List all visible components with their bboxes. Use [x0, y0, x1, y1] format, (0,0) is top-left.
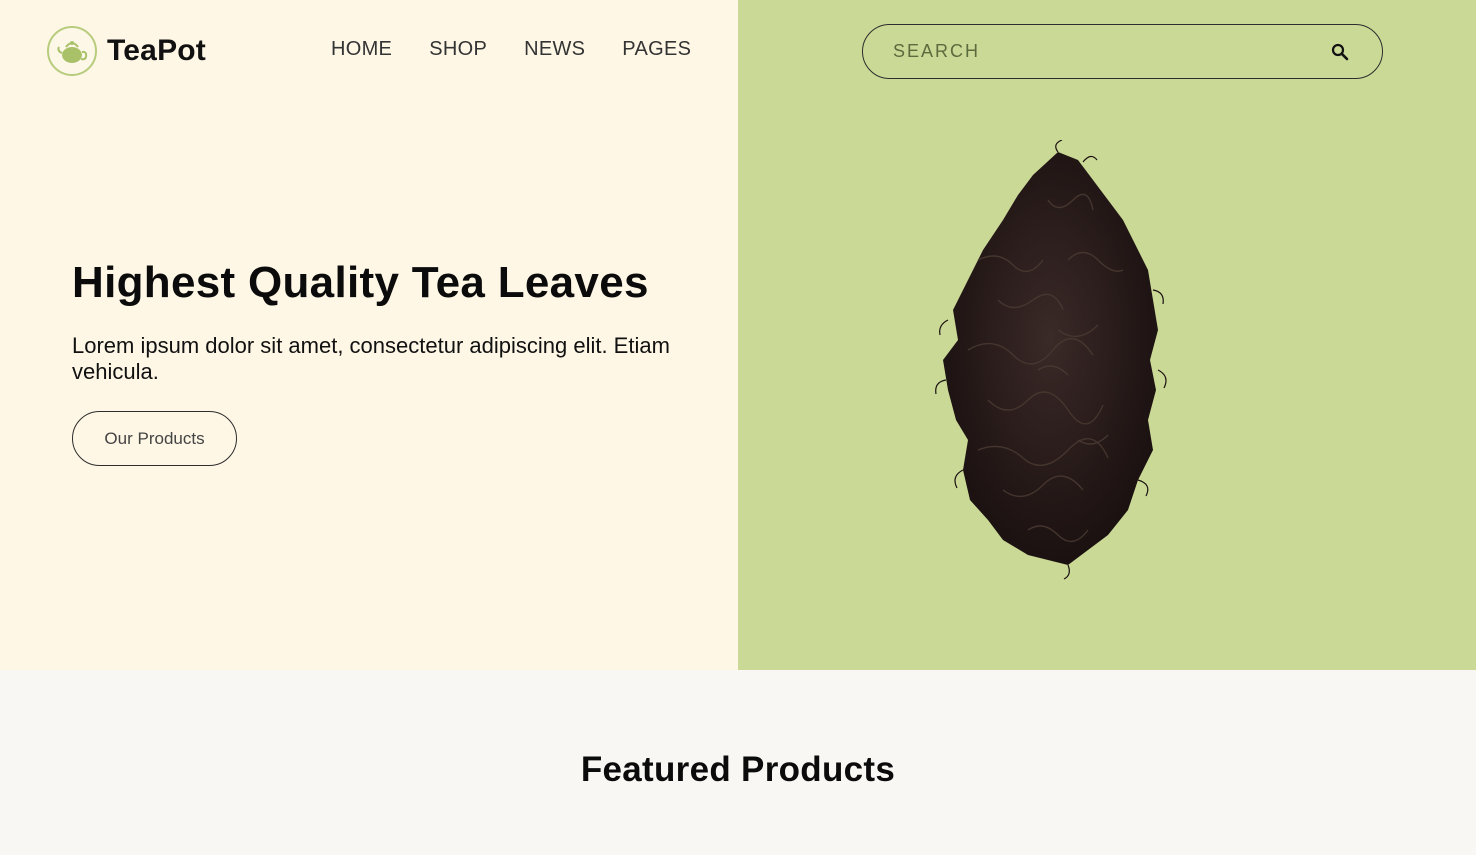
featured-products-section: Featured Products	[0, 670, 1476, 855]
nav-item-home[interactable]: HOME	[331, 38, 392, 61]
hero-section: TeaPot HOME SHOP NEWS PAGES Highest Qual…	[0, 0, 1476, 670]
search-input[interactable]	[893, 41, 1328, 62]
hero-description: Lorem ipsum dolor sit amet, consectetur …	[72, 333, 670, 384]
hero-title: Highest Quality Tea Leaves	[72, 258, 649, 307]
tea-leaves-image	[908, 139, 1218, 580]
brand-logo[interactable]: TeaPot	[47, 26, 206, 76]
brand-name: TeaPot	[107, 34, 206, 67]
search-icon[interactable]	[1328, 40, 1352, 64]
search-bar	[862, 24, 1383, 79]
featured-products-title: Featured Products	[580, 750, 896, 789]
hero-left-panel: TeaPot HOME SHOP NEWS PAGES Highest Qual…	[0, 0, 738, 670]
nav-item-news[interactable]: NEWS	[524, 38, 585, 61]
nav-item-pages[interactable]: PAGES	[622, 38, 691, 61]
our-products-button[interactable]: Our Products	[72, 411, 237, 466]
hero-right-panel	[738, 0, 1476, 670]
teapot-icon	[47, 26, 97, 76]
nav-item-shop[interactable]: SHOP	[429, 38, 487, 61]
main-nav: HOME SHOP NEWS PAGES	[331, 38, 691, 61]
